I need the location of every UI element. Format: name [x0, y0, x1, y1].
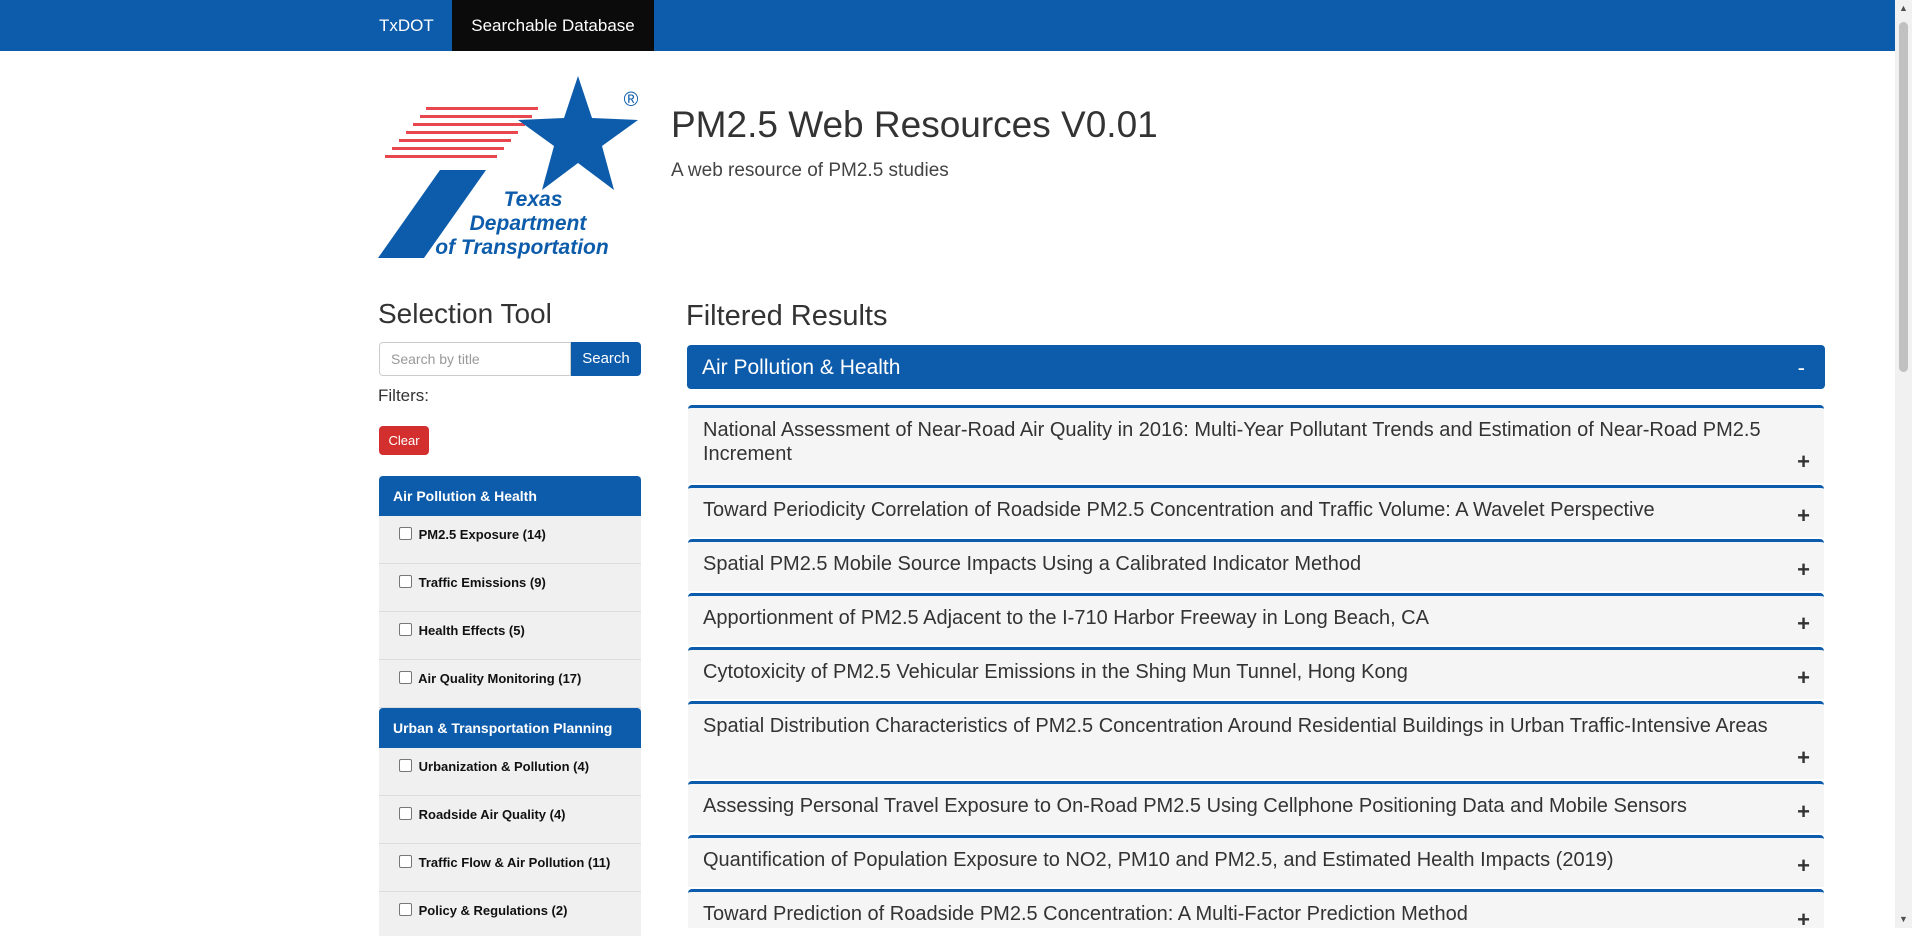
- result-item[interactable]: Toward Periodicity Correlation of Roadsi…: [688, 485, 1824, 537]
- logo-text-department: Department: [470, 212, 588, 235]
- filter-label: Urbanization & Pollution (4): [418, 759, 590, 774]
- page-subtitle: A web resource of PM2.5 studies: [671, 160, 949, 181]
- nav-link-searchable-database[interactable]: Searchable Database: [452, 0, 654, 51]
- result-title: Assessing Personal Travel Exposure to On…: [703, 795, 1687, 817]
- expand-icon[interactable]: +: [1797, 557, 1810, 583]
- top-navbar: TxDOT Searchable Database: [0, 0, 1912, 51]
- expand-icon[interactable]: +: [1797, 665, 1810, 691]
- page-title: PM2.5 Web Resources V0.01: [671, 104, 1158, 145]
- filter-label: Health Effects (5): [418, 623, 525, 638]
- result-item[interactable]: Spatial Distribution Characteristics of …: [688, 701, 1824, 779]
- collapse-toggle[interactable]: -: [1798, 355, 1805, 381]
- search-input[interactable]: [379, 342, 571, 376]
- clear-button[interactable]: Clear: [379, 426, 429, 455]
- result-title: Toward Periodicity Correlation of Roadsi…: [703, 499, 1655, 521]
- filter-checkbox[interactable]: [399, 903, 412, 916]
- filters-label: Filters:: [378, 386, 429, 405]
- expand-icon[interactable]: +: [1797, 799, 1810, 825]
- filter-label: PM2.5 Exposure (14): [418, 527, 546, 542]
- filter-item[interactable]: Roadside Air Quality (4): [379, 796, 641, 844]
- result-item[interactable]: Quantification of Population Exposure to…: [688, 835, 1824, 887]
- filter-item[interactable]: Health Effects (5): [379, 612, 641, 660]
- expand-icon[interactable]: +: [1797, 611, 1810, 637]
- filter-label: Roadside Air Quality (4): [418, 807, 566, 822]
- result-title: Spatial Distribution Characteristics of …: [703, 715, 1768, 737]
- filter-panel: Air Pollution & Health PM2.5 Exposure (1…: [379, 476, 641, 936]
- expand-icon[interactable]: +: [1797, 503, 1810, 529]
- nav-link-txdot[interactable]: TxDOT: [364, 0, 449, 51]
- txdot-logo: Texas Department of Transportation ®: [378, 76, 639, 259]
- filter-checkbox[interactable]: [399, 527, 412, 540]
- filter-checkbox[interactable]: [399, 807, 412, 820]
- filter-group-urban-transportation: Urban & Transportation Planning: [379, 708, 641, 748]
- result-item[interactable]: Spatial PM2.5 Mobile Source Impacts Usin…: [688, 539, 1824, 591]
- filtered-results-title: Filtered Results: [686, 300, 888, 332]
- filter-item[interactable]: Air Quality Monitoring (17): [379, 660, 641, 708]
- filter-item[interactable]: Traffic Flow & Air Pollution (11): [379, 844, 641, 892]
- result-title: National Assessment of Near-Road Air Qua…: [703, 419, 1761, 465]
- filter-checkbox[interactable]: [399, 623, 412, 636]
- registered-mark: ®: [624, 89, 639, 111]
- selection-tool-title: Selection Tool: [378, 298, 552, 329]
- filter-label: Traffic Flow & Air Pollution (11): [418, 855, 611, 870]
- filter-group-air-pollution-health: Air Pollution & Health: [379, 476, 641, 516]
- logo-text-texas: Texas: [504, 188, 563, 211]
- result-title: Spatial PM2.5 Mobile Source Impacts Usin…: [703, 553, 1362, 575]
- filter-item[interactable]: Urbanization & Pollution (4): [379, 748, 641, 796]
- filter-item[interactable]: Traffic Emissions (9): [379, 564, 641, 612]
- filter-checkbox[interactable]: [399, 855, 412, 868]
- result-item[interactable]: Apportionment of PM2.5 Adjacent to the I…: [688, 593, 1824, 645]
- result-title: Cytotoxicity of PM2.5 Vehicular Emission…: [703, 661, 1408, 683]
- result-item[interactable]: National Assessment of Near-Road Air Qua…: [688, 405, 1824, 483]
- result-title: Toward Prediction of Roadside PM2.5 Conc…: [703, 903, 1468, 925]
- filter-label: Air Quality Monitoring (17): [418, 671, 582, 686]
- result-title: Apportionment of PM2.5 Adjacent to the I…: [703, 607, 1429, 629]
- filter-label: Traffic Emissions (9): [418, 575, 546, 590]
- scroll-thumb[interactable]: [1899, 22, 1908, 372]
- expand-icon[interactable]: +: [1797, 907, 1810, 933]
- search-button[interactable]: Search: [571, 342, 641, 376]
- filter-item[interactable]: Policy & Regulations (2): [379, 892, 641, 936]
- result-item[interactable]: Assessing Personal Travel Exposure to On…: [688, 781, 1824, 833]
- scroll-up-arrow-icon[interactable]: ▲: [1895, 0, 1912, 17]
- filter-label: Policy & Regulations (2): [418, 903, 568, 918]
- expand-icon[interactable]: +: [1797, 449, 1810, 475]
- filter-checkbox[interactable]: [399, 671, 412, 684]
- filter-item[interactable]: PM2.5 Exposure (14): [379, 516, 641, 564]
- result-title: Quantification of Population Exposure to…: [703, 849, 1614, 871]
- expand-icon[interactable]: +: [1797, 853, 1810, 879]
- page-scrollbar[interactable]: ▲ ▼: [1895, 0, 1912, 928]
- category-header-air-pollution-health[interactable]: Air Pollution & Health -: [687, 345, 1825, 389]
- filter-checkbox[interactable]: [399, 575, 412, 588]
- result-item[interactable]: Cytotoxicity of PM2.5 Vehicular Emission…: [688, 647, 1824, 699]
- filter-checkbox[interactable]: [399, 759, 412, 772]
- expand-icon[interactable]: +: [1797, 745, 1810, 771]
- logo-text-transportation: of Transportation: [435, 236, 608, 259]
- scroll-down-arrow-icon[interactable]: ▼: [1895, 911, 1912, 928]
- result-item[interactable]: Toward Prediction of Roadside PM2.5 Conc…: [688, 889, 1824, 932]
- category-label: Air Pollution & Health: [702, 356, 901, 379]
